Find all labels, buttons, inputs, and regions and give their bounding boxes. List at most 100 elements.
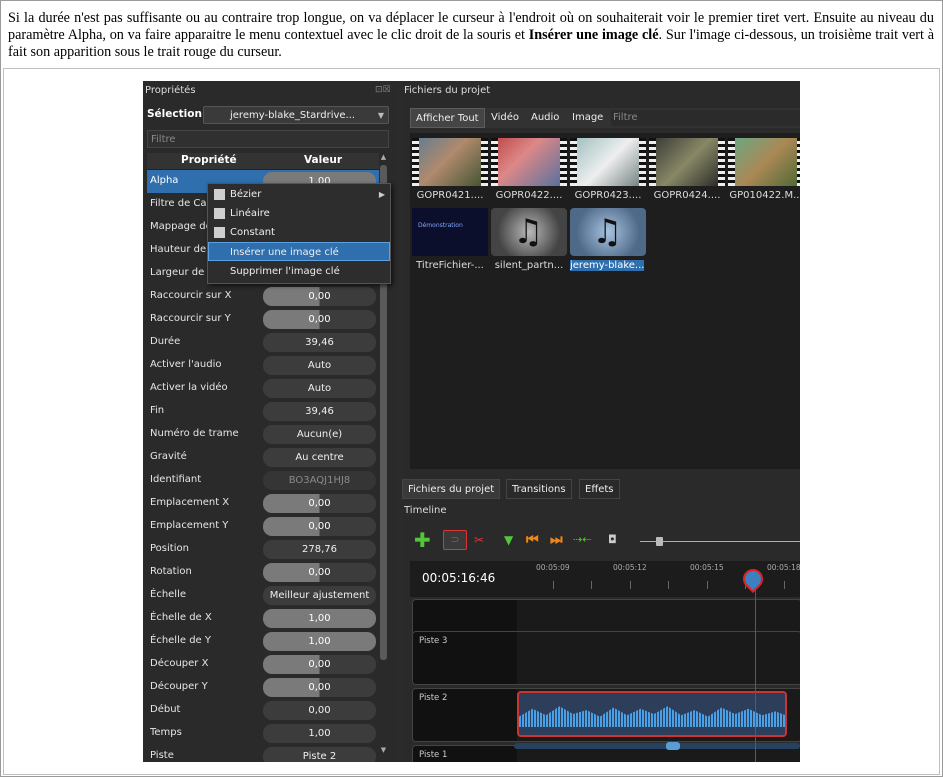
- property-row[interactable]: Rotation 0,00: [147, 561, 379, 584]
- file-tile[interactable]: GP010422.M...: [728, 138, 800, 201]
- tab-show-all[interactable]: Afficher Tout: [410, 108, 485, 128]
- razor-icon[interactable]: ✂: [474, 530, 484, 550]
- property-slider[interactable]: 0,00: [263, 517, 376, 536]
- add-track-icon[interactable]: ✚: [414, 530, 431, 550]
- file-tile[interactable]: GOPR0424....: [649, 138, 725, 201]
- file-tile[interactable]: GOPR0423....: [570, 138, 646, 201]
- file-tile[interactable]: GOPR0421....: [412, 138, 488, 201]
- property-row[interactable]: Emplacement Y 0,00: [147, 515, 379, 538]
- property-row[interactable]: Raccourcir sur Y 0,00: [147, 308, 379, 331]
- zoom-slider-track[interactable]: [640, 541, 800, 542]
- timeline-track[interactable]: Piste 3: [412, 631, 800, 685]
- property-slider[interactable]: 0,00: [263, 655, 376, 674]
- audio-clip[interactable]: [517, 691, 787, 737]
- file-tile[interactable]: GOPR0422....: [491, 138, 567, 201]
- property-value[interactable]: Piste 2: [263, 747, 376, 762]
- selection-dropdown[interactable]: jeremy-blake_Stardrive... ▼: [203, 106, 389, 124]
- properties-filter-input[interactable]: Filtre: [147, 130, 389, 148]
- tab-transitions[interactable]: Transitions: [506, 479, 572, 499]
- tab-audio[interactable]: Audio: [531, 108, 559, 128]
- property-label: Découper Y: [150, 681, 208, 692]
- property-slider[interactable]: 0,00: [263, 287, 376, 306]
- timeline-track[interactable]: Piste 2: [412, 688, 800, 742]
- property-slider[interactable]: 1,00: [263, 632, 376, 651]
- property-slider[interactable]: 0,00: [263, 494, 376, 513]
- property-slider[interactable]: 0,00: [263, 563, 376, 582]
- property-row[interactable]: Identifiant BO3AQJ1HJ8: [147, 469, 379, 492]
- property-row[interactable]: Position 278,76: [147, 538, 379, 561]
- property-row[interactable]: Activer la vidéo Auto: [147, 377, 379, 400]
- property-row[interactable]: Échelle Meilleur ajustement: [147, 584, 379, 607]
- context-menu-label: Bézier: [230, 189, 262, 200]
- file-tile-selected[interactable]: ♫ jeremy-blake...: [570, 208, 646, 275]
- timeline-track-top[interactable]: [412, 599, 800, 635]
- magnet-icon[interactable]: ⊃: [443, 530, 467, 550]
- property-slider[interactable]: 1,00: [263, 609, 376, 628]
- property-row[interactable]: Activer l'audio Auto: [147, 354, 379, 377]
- property-row[interactable]: Échelle de X 1,00: [147, 607, 379, 630]
- property-value[interactable]: BO3AQJ1HJ8: [263, 471, 376, 490]
- property-row[interactable]: Fin 39,46: [147, 400, 379, 423]
- zoom-icon: ◘: [608, 533, 617, 546]
- next-marker-icon[interactable]: ⏭: [550, 530, 563, 550]
- properties-title: Propriétés: [145, 85, 196, 96]
- center-playhead-icon[interactable]: ⇢⇠: [573, 530, 591, 550]
- property-value[interactable]: Auto: [263, 379, 376, 398]
- tab-video[interactable]: Vidéo: [491, 108, 519, 128]
- zoom-slider-handle[interactable]: [656, 537, 663, 546]
- tab-project-files[interactable]: Fichiers du projet: [402, 479, 501, 499]
- context-menu-item[interactable]: Insérer une image clé: [208, 242, 390, 261]
- property-label: Numéro de trame: [150, 428, 239, 439]
- context-menu-item[interactable]: Linéaire: [208, 204, 390, 223]
- property-row[interactable]: Numéro de trame Aucun(e): [147, 423, 379, 446]
- track-header: [413, 600, 517, 634]
- property-value[interactable]: 0,00: [263, 701, 376, 720]
- timeline-ruler[interactable]: 00:05:16:46 00:05:09 00:05:12 00:05:15 0…: [410, 561, 800, 597]
- property-value[interactable]: 39,46: [263, 402, 376, 421]
- music-note-icon: ♫: [513, 212, 544, 252]
- scroll-down-icon[interactable]: ▼: [379, 746, 388, 754]
- property-row[interactable]: Gravité Au centre: [147, 446, 379, 469]
- context-menu-item[interactable]: Supprimer l'image clé: [208, 262, 390, 281]
- bezier-curve-icon: [214, 189, 225, 200]
- audio-thumbnail: ♫: [491, 208, 567, 256]
- property-row[interactable]: Échelle de Y 1,00: [147, 630, 379, 653]
- property-label: Durée: [150, 336, 181, 347]
- track-name: Piste 1: [419, 750, 448, 760]
- property-slider[interactable]: 0,00: [263, 678, 376, 697]
- property-row[interactable]: Découper X 0,00: [147, 653, 379, 676]
- property-slider[interactable]: 0,00: [263, 310, 376, 329]
- dock-icons[interactable]: ⊡☒: [375, 85, 391, 95]
- property-label: Emplacement Y: [150, 520, 229, 531]
- property-label: Activer la vidéo: [150, 382, 228, 393]
- property-value[interactable]: Auto: [263, 356, 376, 375]
- scroll-up-icon[interactable]: ▲: [379, 153, 388, 161]
- chevron-down-icon: ▼: [377, 111, 384, 120]
- property-row[interactable]: Durée 39,46: [147, 331, 379, 354]
- property-value[interactable]: Aucun(e): [263, 425, 376, 444]
- property-value[interactable]: Meilleur ajustement: [263, 586, 376, 605]
- context-menu-item[interactable]: Constant: [208, 223, 390, 242]
- timeline-title: Timeline: [404, 505, 447, 516]
- tab-effects[interactable]: Effets: [579, 479, 620, 499]
- previous-marker-icon[interactable]: ⏮: [526, 530, 539, 550]
- property-row[interactable]: Raccourcir sur X 0,00: [147, 285, 379, 308]
- property-row[interactable]: Emplacement X 0,00: [147, 492, 379, 515]
- property-row[interactable]: Temps 1,00: [147, 722, 379, 745]
- property-value[interactable]: 1,00: [263, 724, 376, 743]
- tab-image[interactable]: Image: [572, 108, 603, 128]
- context-menu-item[interactable]: Bézier ▶: [208, 185, 390, 204]
- file-tile[interactable]: Démonstration TitreFichier-...: [412, 208, 488, 271]
- property-row[interactable]: Piste Piste 2: [147, 745, 379, 762]
- property-value[interactable]: Au centre: [263, 448, 376, 467]
- property-row[interactable]: Début 0,00: [147, 699, 379, 722]
- hscroll-thumb[interactable]: [666, 742, 680, 750]
- property-row[interactable]: Découper Y 0,00: [147, 676, 379, 699]
- file-tile[interactable]: ♫ silent_partn...: [491, 208, 567, 271]
- property-value[interactable]: 39,46: [263, 333, 376, 352]
- property-label: Alpha: [150, 175, 179, 186]
- files-filter-input[interactable]: Filtre: [611, 110, 800, 126]
- property-value[interactable]: 278,76: [263, 540, 376, 559]
- add-marker-icon[interactable]: ▼: [504, 530, 513, 550]
- timeline-hscrollbar[interactable]: [514, 742, 800, 750]
